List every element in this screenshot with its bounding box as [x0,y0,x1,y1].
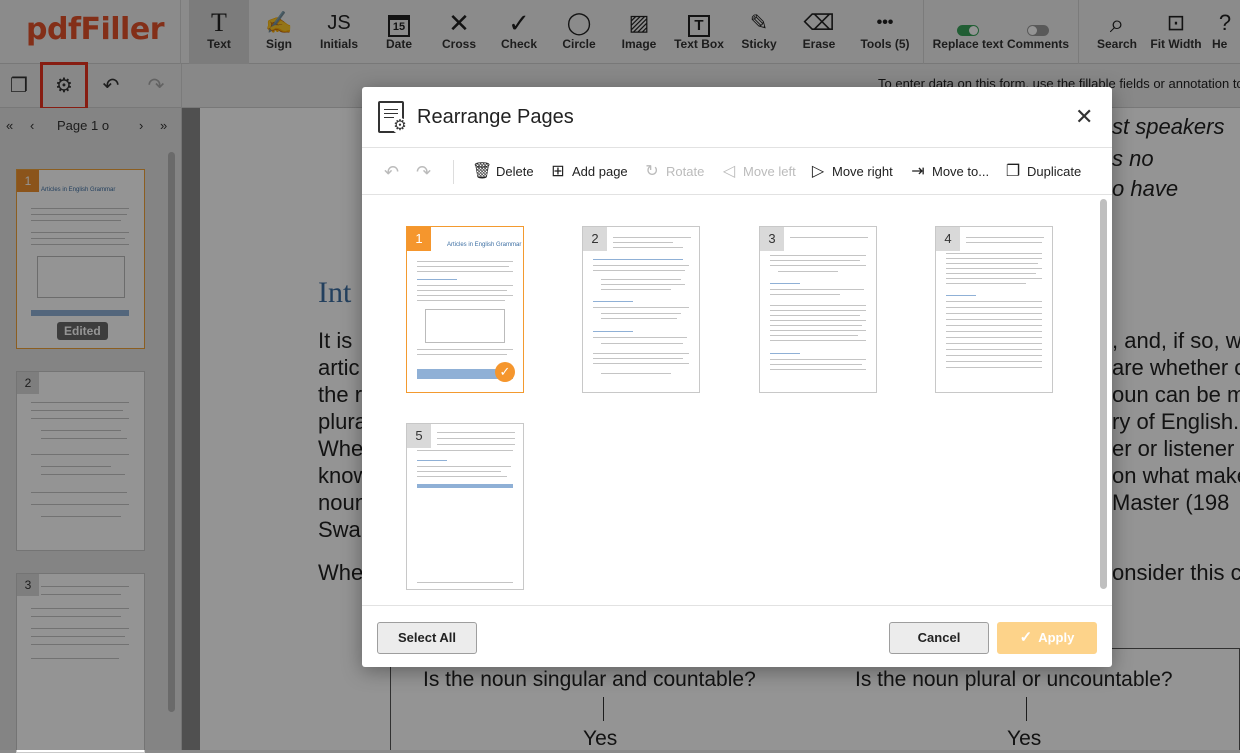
page-number: 1 [407,227,431,251]
duplicate-button[interactable]: ❐ Duplicate [1003,160,1081,184]
dialog-title: Rearrange Pages [417,106,574,128]
page-card-2[interactable]: 2 [582,226,700,393]
page-card-4[interactable]: 4 [935,226,1053,393]
delete-label: Delete [496,164,534,179]
page-number: 2 [583,227,607,251]
pages-grid: 1 Articles in English Grammar ✓ 2 3 4 5 [362,196,1097,604]
dialog-toolbar-divider [453,160,454,184]
trash-icon: 🗑 [472,163,493,180]
page-number: 5 [407,424,431,448]
add-page-icon: ⊞ [551,163,565,180]
page-number: 4 [936,227,960,251]
page-card-5[interactable]: 5 [406,423,524,590]
arrow-left-icon: ◁ [722,163,736,180]
page-card-3[interactable]: 3 [759,226,877,393]
cancel-button[interactable]: Cancel [889,622,989,654]
select-all-button[interactable]: Select All [377,622,477,654]
dialog-toolbar: ↶ ↷ 🗑 Delete ⊞ Add page ↻ Rotate ◁ Move left… [362,147,1112,195]
rotate-icon: ↻ [645,163,659,180]
move-left-label: Move left [743,164,796,179]
gear-icon: ⚙ [392,117,408,134]
rotate-label: Rotate [666,164,705,179]
move-to-button[interactable]: ⇥ Move to... [908,160,989,184]
rearrange-pages-icon: ⚙ [378,101,408,134]
arrow-right-icon: ▷ [811,163,825,180]
move-to-label: Move to... [932,164,990,179]
apply-label: Apply [1038,630,1075,645]
move-right-label: Move right [832,164,893,179]
selected-check-icon: ✓ [495,362,515,382]
rotate-button[interactable]: ↻ Rotate [642,160,704,184]
duplicate-icon: ❐ [1005,163,1021,180]
dialog-undo-icon[interactable]: ↶ [384,160,399,184]
add-page-label: Add page [572,164,628,179]
close-icon[interactable]: ✕ [1075,104,1093,130]
dialog-scrollbar[interactable] [1100,199,1107,589]
check-icon: ✓ [1019,629,1033,646]
move-right-button[interactable]: ▷ Move right [808,160,893,184]
page-number: 3 [760,227,784,251]
delete-page-button[interactable]: 🗑 Delete [472,160,534,184]
page-title: Articles in English Grammar [447,242,522,248]
apply-button[interactable]: ✓ Apply [997,622,1097,654]
move-left-button[interactable]: ◁ Move left [719,160,796,184]
dialog-redo-icon[interactable]: ↷ [416,160,431,184]
add-page-button[interactable]: ⊞ Add page [548,160,628,184]
duplicate-label: Duplicate [1027,164,1082,179]
dialog-footer: Select All Cancel ✓ Apply [362,605,1112,667]
move-to-icon: ⇥ [911,163,925,180]
rearrange-pages-dialog: ⚙ Rearrange Pages ✕ ↶ ↷ 🗑 Delete ⊞ Add pag… [362,87,1112,667]
page-card-1[interactable]: 1 Articles in English Grammar ✓ [406,226,524,393]
